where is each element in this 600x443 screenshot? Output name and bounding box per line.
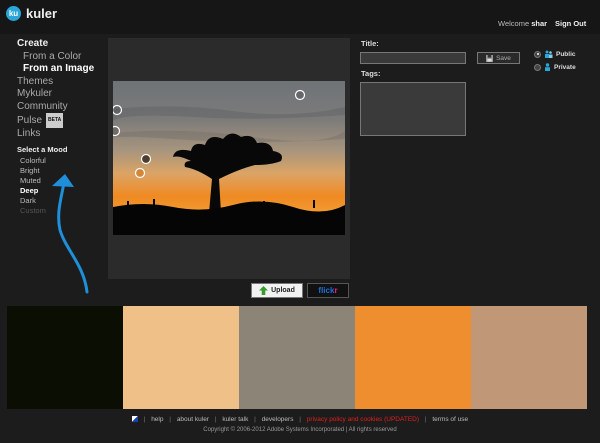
image-panel (108, 38, 350, 279)
group-icon (545, 50, 553, 58)
public-option[interactable]: Public (534, 50, 576, 58)
footer-about[interactable]: about kuler (177, 416, 209, 423)
private-radio[interactable] (534, 63, 541, 71)
footer-privacy[interactable]: privacy policy and cookies (UPDATED) (307, 416, 419, 423)
tags-textarea[interactable] (360, 82, 466, 136)
nav-pulse[interactable]: Pulse BETA (17, 113, 107, 128)
nav-mykuler[interactable]: Mykuler (17, 88, 107, 101)
username: shar (531, 19, 548, 28)
nav-community[interactable]: Community (17, 101, 107, 114)
title-label: Title: (361, 39, 379, 48)
swatch-2[interactable] (123, 306, 239, 409)
left-nav: Create From a Color From an Image Themes… (17, 38, 107, 140)
flickr-label-a: flick (318, 286, 335, 295)
private-label: Private (554, 63, 576, 71)
swatch-3[interactable] (239, 306, 355, 409)
public-radio[interactable] (534, 50, 541, 58)
swatch-1[interactable] (7, 306, 123, 409)
flickr-button[interactable]: flick r (307, 283, 349, 298)
tags-label: Tags: (361, 69, 381, 78)
footer-links: | help | about kuler | kuler talk | deve… (0, 416, 600, 423)
upload-button[interactable]: Upload (251, 283, 303, 298)
upload-label: Upload (271, 287, 295, 294)
footer-developers[interactable]: developers (262, 416, 294, 423)
welcome-text: Welcome shar (498, 19, 547, 28)
mood-title: Select a Mood (17, 145, 68, 154)
language-flag-icon[interactable] (131, 416, 138, 423)
floppy-disk-icon (486, 54, 494, 62)
annotation-arrow-icon (52, 174, 89, 294)
save-button[interactable]: Save (477, 52, 520, 64)
footer-help[interactable]: help (151, 416, 163, 423)
nav-pulse-label: Pulse (17, 114, 43, 126)
swatch-4[interactable] (355, 306, 471, 409)
footer-kuler-talk[interactable]: kuler talk (222, 416, 248, 423)
public-label: Public (556, 50, 576, 58)
sign-out-link[interactable]: Sign Out (555, 19, 586, 28)
nav-themes[interactable]: Themes (17, 76, 107, 89)
nav-from-color[interactable]: From a Color (17, 51, 107, 64)
sunset-tree-image (113, 81, 345, 235)
welcome-prefix: Welcome (498, 19, 530, 28)
nav-create[interactable]: Create (17, 38, 107, 51)
private-option[interactable]: Private (534, 63, 576, 71)
upload-arrow-icon (259, 286, 269, 295)
swatch-5[interactable] (471, 306, 587, 409)
copyright: Copyright © 2006-2012 Adobe Systems Inco… (203, 427, 397, 433)
color-theme-swatches (7, 306, 587, 409)
nav-links[interactable]: Links (17, 128, 107, 141)
user-icon (545, 63, 550, 71)
kuler-logo-icon[interactable]: ku (6, 6, 21, 21)
footer-terms[interactable]: terms of use (432, 416, 468, 423)
save-label: Save (496, 54, 511, 62)
mood-colorful[interactable]: Colorful (17, 156, 67, 166)
beta-badge: BETA (46, 113, 64, 128)
app-name[interactable]: kuler (26, 6, 57, 21)
title-input[interactable] (360, 52, 466, 64)
nav-from-image[interactable]: From an Image (17, 63, 107, 76)
header: ku kuler Welcome shar Sign Out (0, 0, 600, 34)
flickr-label-b: r (334, 286, 338, 295)
